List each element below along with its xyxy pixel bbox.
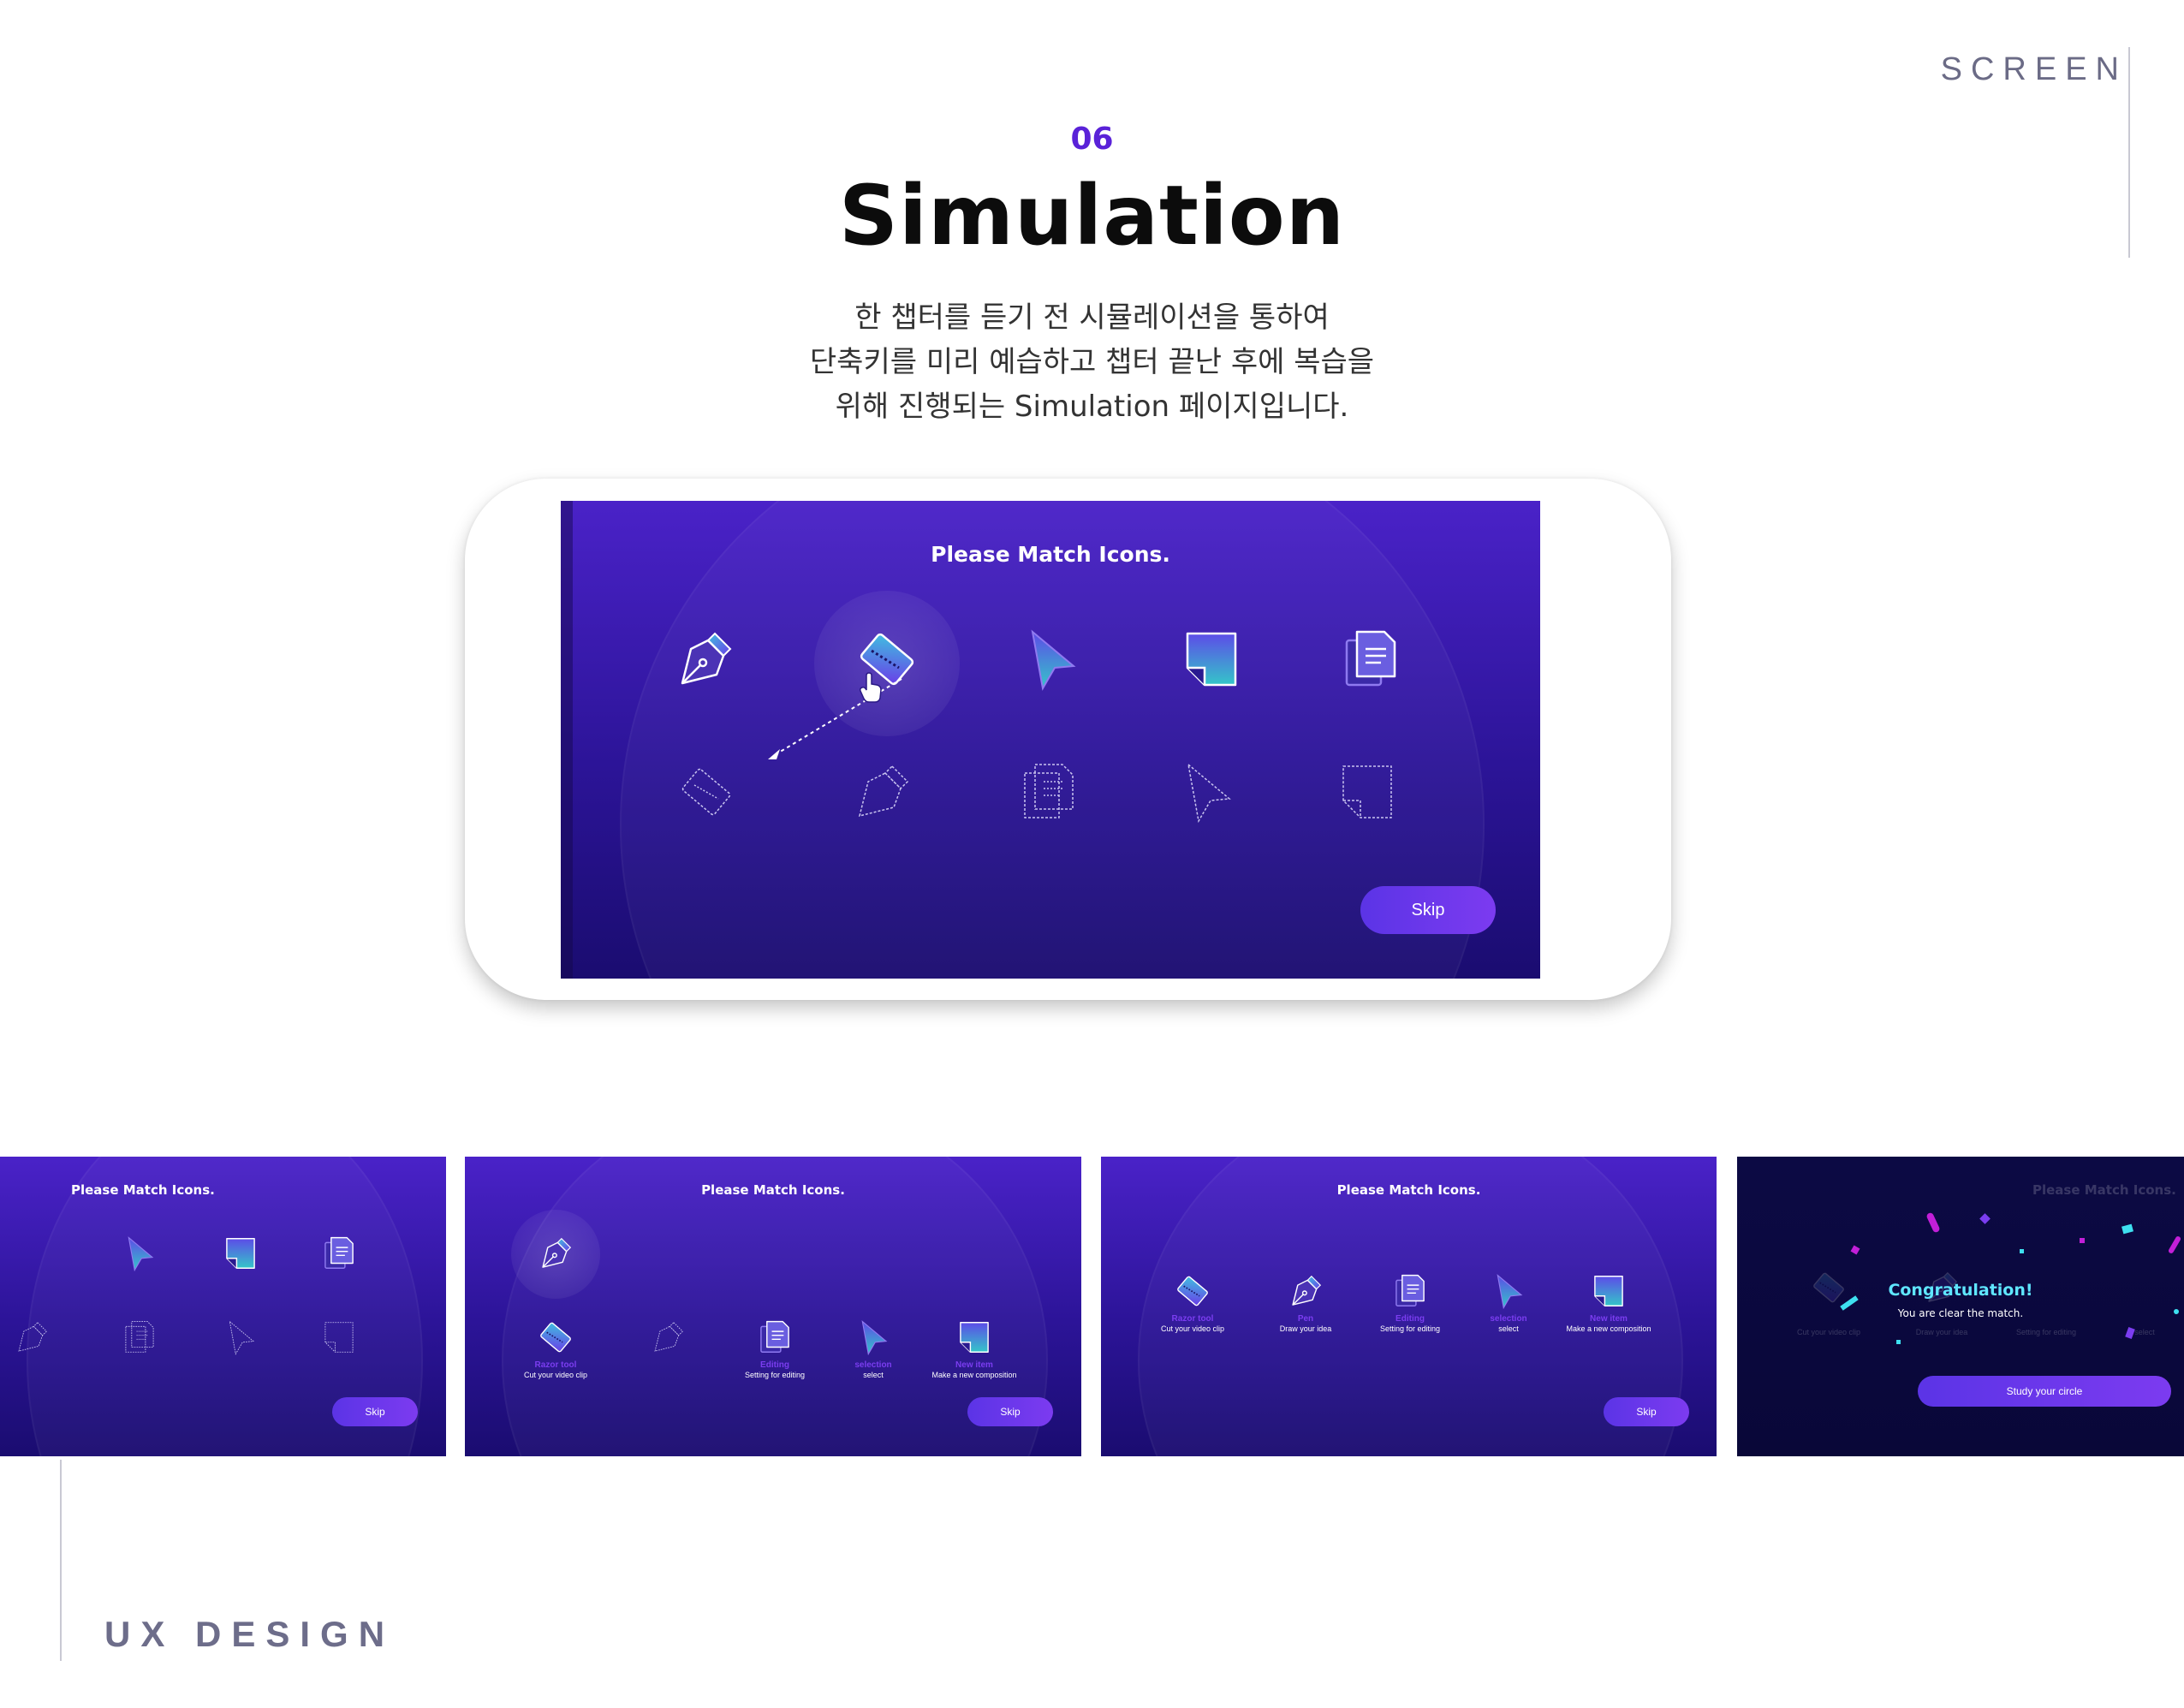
confetti: [2125, 1326, 2135, 1340]
selection-arrow-icon[interactable]: [120, 1234, 159, 1273]
congrats-title: Congratulation!: [1888, 1281, 2033, 1300]
skip-button[interactable]: Skip: [1360, 886, 1496, 934]
section-description: 한 챕터를 듣기 전 시뮬레이션을 통하여 단축키를 미리 예습하고 챕터 끝난…: [0, 295, 2184, 429]
step-screen-4: Please Match Icons. Cut your video clip …: [1737, 1157, 2184, 1456]
match-caption: selection select: [854, 1360, 892, 1379]
match-prompt: Please Match Icons.: [71, 1182, 215, 1198]
confetti: [1896, 1340, 1901, 1344]
pen-outline-icon[interactable]: [12, 1318, 51, 1357]
new-item-outline-icon[interactable]: [319, 1318, 359, 1357]
match-caption: Razor tool Cut your video clip: [523, 1360, 588, 1379]
match-caption: New item Make a new composition: [1566, 1314, 1651, 1333]
description-line: 위해 진행되는 Simulation 페이지입니다.: [835, 390, 1349, 424]
confetti: [2167, 1235, 2182, 1255]
match-prompt: Please Match Icons.: [931, 542, 1170, 567]
ux-design-label: UX DESIGN: [104, 1614, 396, 1654]
confetti: [2122, 1223, 2133, 1235]
hand-cursor-icon: [860, 672, 882, 703]
new-item-icon[interactable]: [955, 1318, 994, 1357]
match-caption: Pen Draw your idea: [1279, 1314, 1332, 1333]
selection-outline-icon[interactable]: [1173, 758, 1241, 826]
new-item-icon[interactable]: [1177, 625, 1246, 693]
section-number: 06: [1070, 122, 1114, 157]
match-prompt: Please Match Icons.: [1336, 1182, 1481, 1198]
razor-tool-icon[interactable]: [1173, 1271, 1212, 1311]
drag-path-icon: [768, 678, 902, 759]
divider: [60, 1460, 62, 1661]
new-item-icon[interactable]: [1589, 1271, 1628, 1311]
match-caption: Razor tool Cut your video clip: [1160, 1314, 1225, 1333]
razor-outline-icon[interactable]: [672, 758, 741, 826]
description-line: 한 챕터를 듣기 전 시뮬레이션을 통하여: [854, 301, 1330, 335]
editing-icon[interactable]: [319, 1234, 359, 1273]
step-screen-2: Please Match Icons. Razor tool Cut your v…: [465, 1157, 1081, 1456]
match-prompt: Please Match Icons.: [2032, 1182, 2176, 1198]
editing-icon[interactable]: [1336, 625, 1405, 693]
pen-outline-icon[interactable]: [648, 1318, 687, 1357]
match-caption: Editing Setting for editing: [1379, 1314, 1441, 1333]
selection-arrow-icon[interactable]: [1017, 625, 1086, 693]
skip-button[interactable]: Skip: [967, 1397, 1053, 1426]
skip-button[interactable]: Skip: [332, 1397, 418, 1426]
description-line: 단축키를 미리 예습하고 챕터 끝난 후에 복습을: [809, 345, 1375, 379]
pen-tool-icon[interactable]: [1286, 1271, 1325, 1311]
match-caption: Draw your idea: [1915, 1328, 1968, 1336]
new-item-icon[interactable]: [221, 1234, 260, 1273]
match-caption: Editing Setting for editing: [744, 1360, 806, 1379]
study-button[interactable]: Study your circle: [1918, 1376, 2171, 1407]
pen-outline-icon[interactable]: [848, 758, 916, 826]
match-caption: select: [2134, 1328, 2155, 1336]
editing-icon[interactable]: [755, 1318, 794, 1357]
confetti: [1979, 1213, 1991, 1224]
new-item-outline-icon[interactable]: [1333, 758, 1401, 826]
pen-tool-icon[interactable]: [536, 1234, 575, 1273]
screen-label: SCREEN: [1940, 51, 2127, 87]
confetti: [2020, 1249, 2024, 1253]
match-caption: selection select: [1490, 1314, 1527, 1333]
editing-outline-icon[interactable]: [1015, 758, 1083, 826]
step-screen-3: Please Match Icons. Razor tool Cut your v…: [1101, 1157, 1717, 1456]
match-caption: Setting for editing: [2015, 1328, 2077, 1336]
confetti: [2080, 1238, 2085, 1243]
match-caption: Cut your video clip: [1796, 1328, 1861, 1336]
selection-outline-icon[interactable]: [221, 1318, 260, 1357]
selection-arrow-icon[interactable]: [1489, 1271, 1528, 1311]
editing-outline-icon[interactable]: [120, 1318, 159, 1357]
step-screen-1: Please Match Icons. Skip: [0, 1157, 446, 1456]
skip-button[interactable]: Skip: [1604, 1397, 1689, 1426]
razor-tool-icon[interactable]: [536, 1318, 575, 1357]
congrats-subtitle: You are clear the match.: [1897, 1307, 2024, 1319]
editing-icon[interactable]: [1390, 1271, 1430, 1311]
selection-arrow-icon[interactable]: [854, 1318, 893, 1357]
match-caption: New item Make a new composition: [931, 1360, 1017, 1379]
simulation-screen: Please Match Icons. Skip: [561, 501, 1540, 979]
match-prompt: Please Match Icons.: [701, 1182, 845, 1198]
pen-tool-icon[interactable]: [670, 625, 739, 693]
confetti: [1925, 1211, 1941, 1234]
confetti: [1850, 1245, 1860, 1255]
page-title: Simulation: [838, 168, 1346, 264]
